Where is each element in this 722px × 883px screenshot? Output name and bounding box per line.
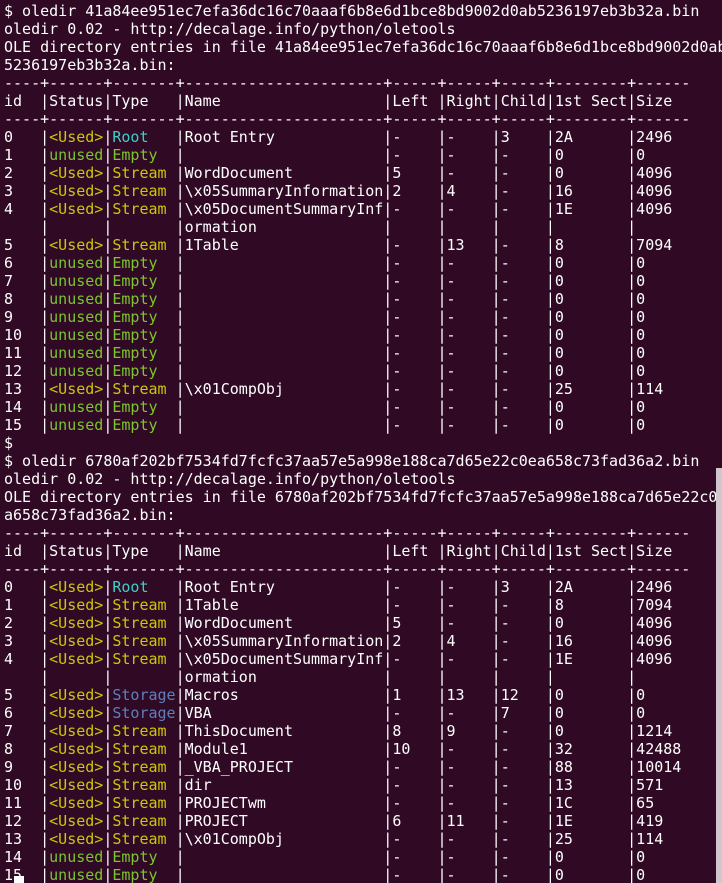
terminal-cursor (14, 876, 24, 883)
table-header: id |Status|Type |Name |Left |Right|Child… (4, 542, 722, 560)
table-row: 0 |<Used>|Root |Root Entry |- |- |3 |2A … (4, 128, 722, 146)
table-row: 7 |unused|Empty | |- |- |- |0 |0 (4, 272, 722, 290)
table-row: 8 |unused|Empty | |- |- |- |0 |0 (4, 290, 722, 308)
shell-prompt: $ (4, 434, 722, 452)
table-row: 15 |unused|Empty | |- |- |- |0 |0 (4, 866, 722, 883)
command-line: $ oledir 6780af202bf7534fd7fcfc37aa57e5a… (4, 452, 722, 470)
table-row-continuation: | | |ormation | | | | | (4, 668, 722, 686)
table-row: 2 |<Used>|Stream |WordDocument |5 |- |- … (4, 164, 722, 182)
version-line: oledir 0.02 - http://decalage.info/pytho… (4, 20, 722, 38)
table-separator: ----+------+-------+--------------------… (4, 74, 722, 92)
table-row: 9 |<Used>|Stream |_VBA_PROJECT |- |- |- … (4, 758, 722, 776)
table-header: id |Status|Type |Name |Left |Right|Child… (4, 92, 722, 110)
table-row: 12 |unused|Empty | |- |- |- |0 |0 (4, 362, 722, 380)
table-row: 13 |<Used>|Stream |\x01CompObj |- |- |- … (4, 380, 722, 398)
table-separator: ----+------+-------+--------------------… (4, 524, 722, 542)
table-row: 1 |<Used>|Stream |1Table |- |- |- |8 |70… (4, 596, 722, 614)
table-row: 15 |unused|Empty | |- |- |- |0 |0 (4, 416, 722, 434)
version-line: oledir 0.02 - http://decalage.info/pytho… (4, 470, 722, 488)
table-row: 0 |<Used>|Root |Root Entry |- |- |3 |2A … (4, 578, 722, 596)
table-row: 4 |<Used>|Stream |\x05DocumentSummaryInf… (4, 650, 722, 668)
terminal-window: $ oledir 41a84ee951ec7efa36dc16c70aaaf6b… (0, 0, 722, 883)
table-row: 8 |<Used>|Stream |Module1 |10 |- |- |32 … (4, 740, 722, 758)
table-row: 6 |unused|Empty | |- |- |- |0 |0 (4, 254, 722, 272)
scrollbar-thumb[interactable] (716, 468, 722, 883)
table-row: 5 |<Used>|Storage|Macros |1 |13 |12 |0 |… (4, 686, 722, 704)
table-row: 3 |<Used>|Stream |\x05SummaryInformation… (4, 632, 722, 650)
table-separator: ----+------+-------+--------------------… (4, 110, 722, 128)
terminal-screen: $ oledir 41a84ee951ec7efa36dc16c70aaaf6b… (0, 0, 722, 883)
table-row: 14 |unused|Empty | |- |- |- |0 |0 (4, 848, 722, 866)
table-row: 11 |unused|Empty | |- |- |- |0 |0 (4, 344, 722, 362)
table-row: 5 |<Used>|Stream |1Table |- |13 |- |8 |7… (4, 236, 722, 254)
command-line: $ oledir 41a84ee951ec7efa36dc16c70aaaf6b… (4, 2, 722, 20)
table-row: 9 |unused|Empty | |- |- |- |0 |0 (4, 308, 722, 326)
table-row: 10 |unused|Empty | |- |- |- |0 |0 (4, 326, 722, 344)
table-separator: ----+------+-------+--------------------… (4, 560, 722, 578)
table-row: 11 |<Used>|Stream |PROJECTwm |- |- |- |1… (4, 794, 722, 812)
table-row: 2 |<Used>|Stream |WordDocument |5 |- |- … (4, 614, 722, 632)
table-row: 14 |unused|Empty | |- |- |- |0 |0 (4, 398, 722, 416)
table-row: 3 |<Used>|Stream |\x05SummaryInformation… (4, 182, 722, 200)
table-row: 6 |<Used>|Storage|VBA |- |- |7 |0 |0 (4, 704, 722, 722)
table-row: 10 |<Used>|Stream |dir |- |- |- |13 |571 (4, 776, 722, 794)
table-row: 7 |<Used>|Stream |ThisDocument |8 |9 |- … (4, 722, 722, 740)
info-line: a658c73fad36a2.bin: (4, 506, 722, 524)
table-row: 13 |<Used>|Stream |\x01CompObj |- |- |- … (4, 830, 722, 848)
info-line: 5236197eb3b32a.bin: (4, 56, 722, 74)
table-row: 4 |<Used>|Stream |\x05DocumentSummaryInf… (4, 200, 722, 218)
info-line: OLE directory entries in file 6780af202b… (4, 488, 722, 506)
table-row: 12 |<Used>|Stream |PROJECT |6 |11 |- |1E… (4, 812, 722, 830)
table-row: 1 |unused|Empty | |- |- |- |0 |0 (4, 146, 722, 164)
info-line: OLE directory entries in file 41a84ee951… (4, 38, 722, 56)
table-row-continuation: | | |ormation | | | | | (4, 218, 722, 236)
